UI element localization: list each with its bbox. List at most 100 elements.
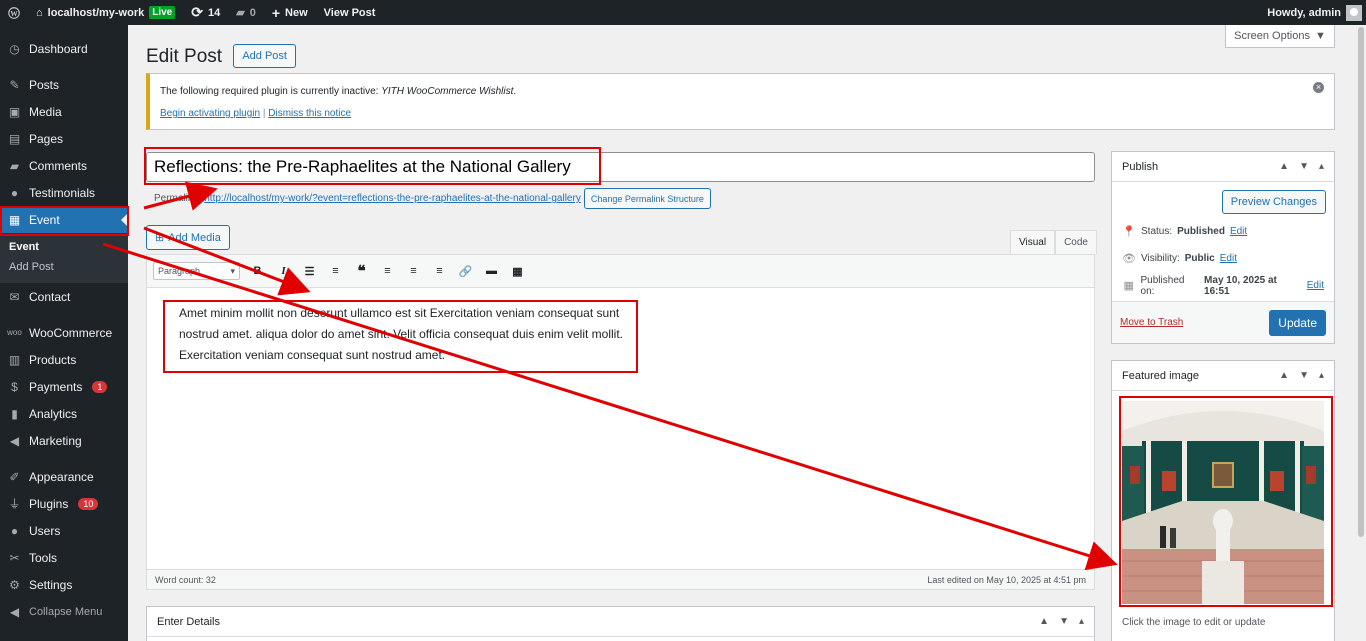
align-left-icon[interactable]: ≡ (379, 263, 396, 280)
permalink-url[interactable]: http://localhost/my-work/?event=reflecti… (204, 193, 581, 204)
move-to-trash-link[interactable]: Move to Trash (1120, 317, 1183, 328)
move-down-icon[interactable]: ▼ (1299, 370, 1309, 381)
sidebar-item-analytics[interactable]: ▮ Analytics (0, 400, 128, 427)
dollar-icon: $ (11, 379, 18, 394)
sidebar-item-users[interactable]: ● Users (0, 517, 128, 544)
read-more-icon[interactable]: ▬ (483, 263, 500, 280)
move-down-icon[interactable]: ▼ (1059, 616, 1069, 627)
brush-icon: ✐ (9, 469, 20, 484)
add-media-icon: ⊞ (155, 232, 165, 244)
avatar (1346, 4, 1362, 21)
featured-image[interactable] (1122, 401, 1324, 604)
last-edited: Last edited on May 10, 2025 at 4:51 pm (927, 574, 1086, 585)
submenu-event[interactable]: Event (0, 237, 128, 257)
begin-activating-link[interactable]: Begin activating plugin (160, 108, 260, 119)
bullet-list-icon[interactable]: ☰ (301, 263, 318, 280)
update-button[interactable]: Update (1269, 309, 1326, 336)
payments-badge: 1 (92, 380, 108, 393)
move-down-icon[interactable]: ▼ (1299, 161, 1309, 172)
wordpress-logo-icon[interactable]: W (0, 0, 28, 25)
sidebar-item-pages[interactable]: ▤ Pages (0, 125, 128, 152)
settings-icon: ⚙ (9, 577, 20, 592)
sidebar-item-payments[interactable]: $ Payments 1 (0, 373, 128, 400)
sidebar-item-plugins[interactable]: ⏚ Plugins 10 (0, 490, 128, 517)
notice-links: Begin activating plugin | Dismiss this n… (160, 108, 352, 119)
scrollbar-thumb[interactable] (1358, 27, 1364, 537)
move-up-icon[interactable]: ▲ (1039, 616, 1049, 627)
sidebar-item-testimonials[interactable]: ● Testimonials (0, 179, 128, 206)
sidebar-item-products[interactable]: ▥ Products (0, 346, 128, 373)
editor-content[interactable]: Amet minim mollit non deserunt ullamco e… (179, 303, 633, 366)
bold-icon[interactable]: B (249, 263, 266, 280)
page-scrollbar[interactable] (1356, 25, 1366, 641)
editor-status-bar: Word count: 32 Last edited on May 10, 20… (147, 569, 1094, 589)
link-icon[interactable]: 🔗 (457, 263, 474, 280)
chart-icon: ▮ (11, 406, 18, 421)
featured-caption: Click the image to edit or update (1122, 617, 1266, 628)
details-header[interactable]: Enter Details ▲ ▼ ▴ (147, 607, 1094, 637)
archive-icon: ▥ (8, 352, 21, 367)
sidebar-item-posts[interactable]: ✎ Posts (0, 71, 128, 98)
dismiss-notice-link[interactable]: Dismiss this notice (268, 108, 351, 119)
format-select[interactable]: Paragraph ▾ (153, 262, 240, 280)
admin-sidebar: ◷ Dashboard ✎ Posts ▣ Media ▤ Pages ▰ Comment… (0, 25, 128, 641)
eye-icon: 👁 (1122, 253, 1136, 265)
event-submenu: Event Add Post (0, 233, 128, 283)
edit-status-link[interactable]: Edit (1230, 226, 1247, 237)
post-title-input[interactable] (146, 152, 1095, 182)
my-account-link[interactable]: Howdy, admin (1259, 0, 1366, 25)
svg-text:W: W (10, 9, 18, 18)
sidebar-item-contact[interactable]: ✉ Contact (0, 283, 128, 310)
preview-changes-button[interactable]: Preview Changes (1221, 190, 1326, 214)
sidebar-item-media[interactable]: ▣ Media (0, 98, 128, 125)
align-center-icon[interactable]: ≡ (405, 263, 422, 280)
collapse-menu-button[interactable]: ◀ Collapse Menu (0, 598, 128, 625)
home-icon: ⌂ (36, 6, 43, 19)
toolbar-toggle-icon[interactable]: ▦ (509, 263, 526, 280)
new-content-link[interactable]: + New (264, 0, 316, 25)
sidebar-item-dashboard[interactable]: ◷ Dashboard (0, 35, 128, 62)
screen-options-button[interactable]: Screen Options ▼ (1225, 25, 1335, 48)
new-label: New (285, 6, 308, 19)
updates-link[interactable]: ⟳ 14 (183, 0, 228, 25)
featured-header[interactable]: Featured image ▲ ▼ ▴ (1112, 361, 1334, 391)
caret-down-icon: ▾ (230, 265, 235, 276)
move-up-icon[interactable]: ▲ (1279, 370, 1289, 381)
site-name-link[interactable]: ⌂ localhost/my-work Live (28, 0, 183, 25)
sidebar-item-settings[interactable]: ⚙ Settings (0, 571, 128, 598)
users-icon: ● (10, 523, 19, 538)
move-up-icon[interactable]: ▲ (1279, 161, 1289, 172)
numbered-list-icon[interactable]: ≡ (327, 263, 344, 280)
tab-code[interactable]: Code (1055, 230, 1097, 254)
sidebar-item-tools[interactable]: ✂ Tools (0, 544, 128, 571)
sidebar-item-event[interactable]: ▦ Event (0, 206, 128, 233)
admin-bar: W ⌂ localhost/my-work Live ⟳ 14 ▰ 0 + Ne… (0, 0, 1366, 25)
publish-box: Publish ▲ ▼ ▴ Preview Changes 📍 Status: P… (1111, 151, 1335, 344)
tab-visual[interactable]: Visual (1010, 230, 1056, 254)
submenu-add-post[interactable]: Add Post (0, 257, 128, 277)
toggle-panel-icon[interactable]: ▴ (1079, 616, 1084, 627)
blockquote-icon[interactable]: ❝ (353, 263, 370, 280)
howdy-label: Howdy, admin (1267, 6, 1341, 19)
italic-icon[interactable]: I (275, 263, 292, 280)
sidebar-item-appearance[interactable]: ✐ Appearance (0, 463, 128, 490)
pin-icon: 📍 (1122, 226, 1136, 238)
toggle-panel-icon[interactable]: ▴ (1319, 370, 1324, 381)
sidebar-item-comments[interactable]: ▰ Comments (0, 152, 128, 179)
plugin-notice: The following required plugin is current… (146, 73, 1335, 130)
sidebar-item-woocommerce[interactable]: woo WooCommerce (0, 319, 128, 346)
comments-link[interactable]: ▰ 0 (228, 0, 264, 25)
view-post-link[interactable]: View Post (316, 0, 384, 25)
close-icon[interactable]: × (1313, 82, 1324, 93)
align-right-icon[interactable]: ≡ (431, 263, 448, 280)
edit-date-link[interactable]: Edit (1307, 280, 1324, 291)
view-post-label: View Post (323, 6, 376, 19)
add-media-button[interactable]: ⊞ Add Media (146, 225, 230, 250)
sidebar-item-marketing[interactable]: ◀ Marketing (0, 427, 128, 454)
site-name: localhost/my-work (47, 6, 145, 19)
toggle-panel-icon[interactable]: ▴ (1319, 161, 1324, 172)
publish-header[interactable]: Publish ▲ ▼ ▴ (1112, 152, 1334, 182)
add-post-button[interactable]: Add Post (233, 44, 296, 68)
change-permalink-button[interactable]: Change Permalink Structure (583, 188, 711, 209)
edit-visibility-link[interactable]: Edit (1220, 253, 1237, 264)
